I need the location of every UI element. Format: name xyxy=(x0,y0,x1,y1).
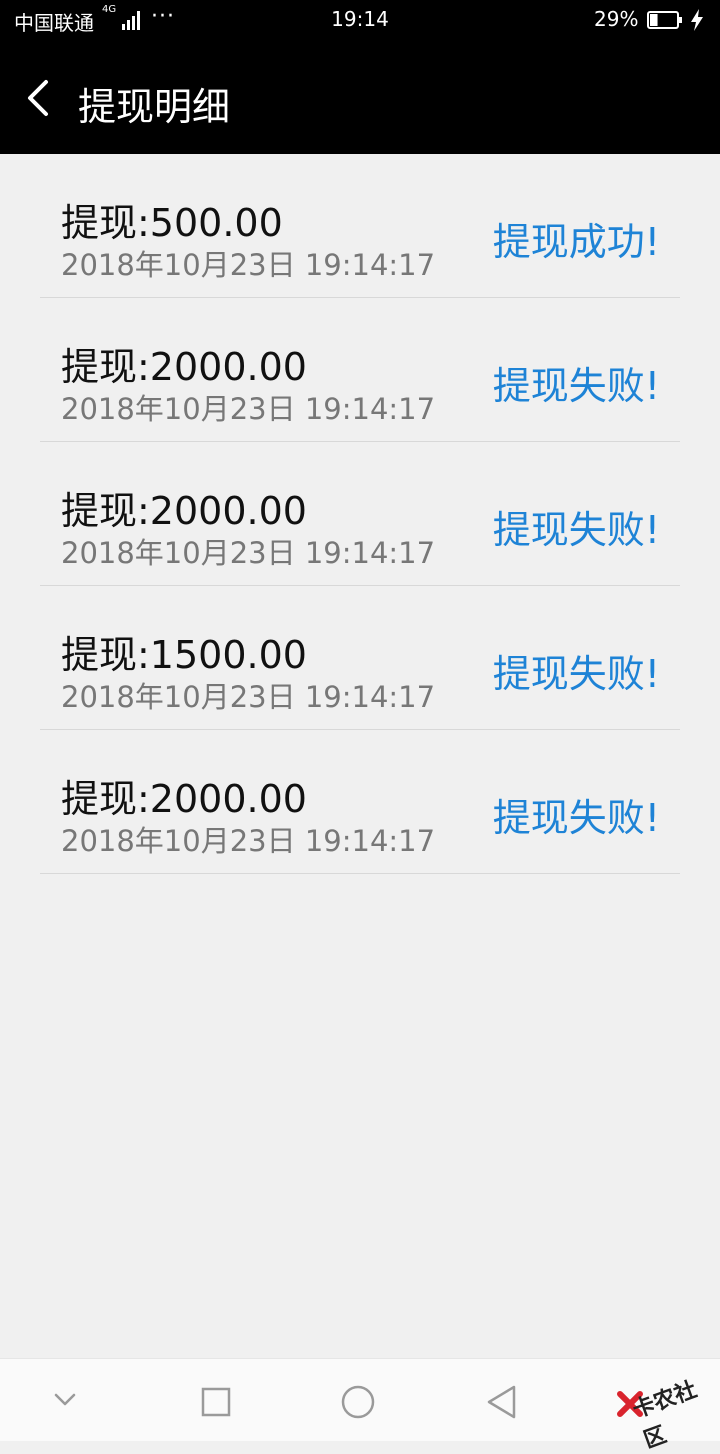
chevron-down-icon[interactable] xyxy=(52,1391,78,1409)
list-item[interactable]: 提现:2000.00 2018年10月23日 19:14:17 提现失败! xyxy=(40,730,680,874)
back-arrow-icon[interactable] xyxy=(24,78,54,118)
withdrawal-date: 2018年10月23日 19:14:17 xyxy=(61,392,436,426)
withdrawal-amount: 提现:1500.00 xyxy=(61,633,307,677)
withdrawal-status: 提现失败! xyxy=(492,508,660,552)
recent-apps-icon[interactable] xyxy=(200,1386,232,1418)
withdrawal-date: 2018年10月23日 19:14:17 xyxy=(61,248,436,282)
withdrawal-status: 提现失败! xyxy=(492,364,660,408)
withdrawal-date: 2018年10月23日 19:14:17 xyxy=(61,824,436,858)
app-header: 中国联通 4G ··· 19:14 29% 提现明细 xyxy=(0,0,720,154)
battery-percent: 29% xyxy=(594,7,639,31)
battery-icon xyxy=(647,11,682,29)
list-item[interactable]: 提现:2000.00 2018年10月23日 19:14:17 提现失败! xyxy=(40,298,680,442)
home-icon[interactable] xyxy=(340,1384,376,1420)
status-bar: 中国联通 4G ··· 19:14 29% xyxy=(0,0,720,40)
list-item[interactable]: 提现:500.00 2018年10月23日 19:14:17 提现成功! xyxy=(40,154,680,298)
withdrawal-amount: 提现:2000.00 xyxy=(61,489,307,533)
watermark-logo: 卡农社区 xyxy=(612,1340,720,1453)
withdrawal-list: 提现:500.00 2018年10月23日 19:14:17 提现成功! 提现:… xyxy=(40,154,680,874)
list-item[interactable]: 提现:1500.00 2018年10月23日 19:14:17 提现失败! xyxy=(40,586,680,730)
withdrawal-status: 提现失败! xyxy=(492,796,660,840)
page-title: 提现明细 xyxy=(78,85,231,129)
withdrawal-date: 2018年10月23日 19:14:17 xyxy=(61,536,436,570)
charging-icon xyxy=(691,9,703,31)
withdrawal-date: 2018年10月23日 19:14:17 xyxy=(61,680,436,714)
withdrawal-amount: 提现:2000.00 xyxy=(61,777,307,821)
back-triangle-icon[interactable] xyxy=(484,1383,518,1421)
withdrawal-status: 提现成功! xyxy=(492,220,660,264)
withdrawal-status: 提现失败! xyxy=(492,652,660,696)
withdrawal-amount: 提现:2000.00 xyxy=(61,345,307,389)
withdrawal-amount: 提现:500.00 xyxy=(61,201,283,245)
list-item[interactable]: 提现:2000.00 2018年10月23日 19:14:17 提现失败! xyxy=(40,442,680,586)
